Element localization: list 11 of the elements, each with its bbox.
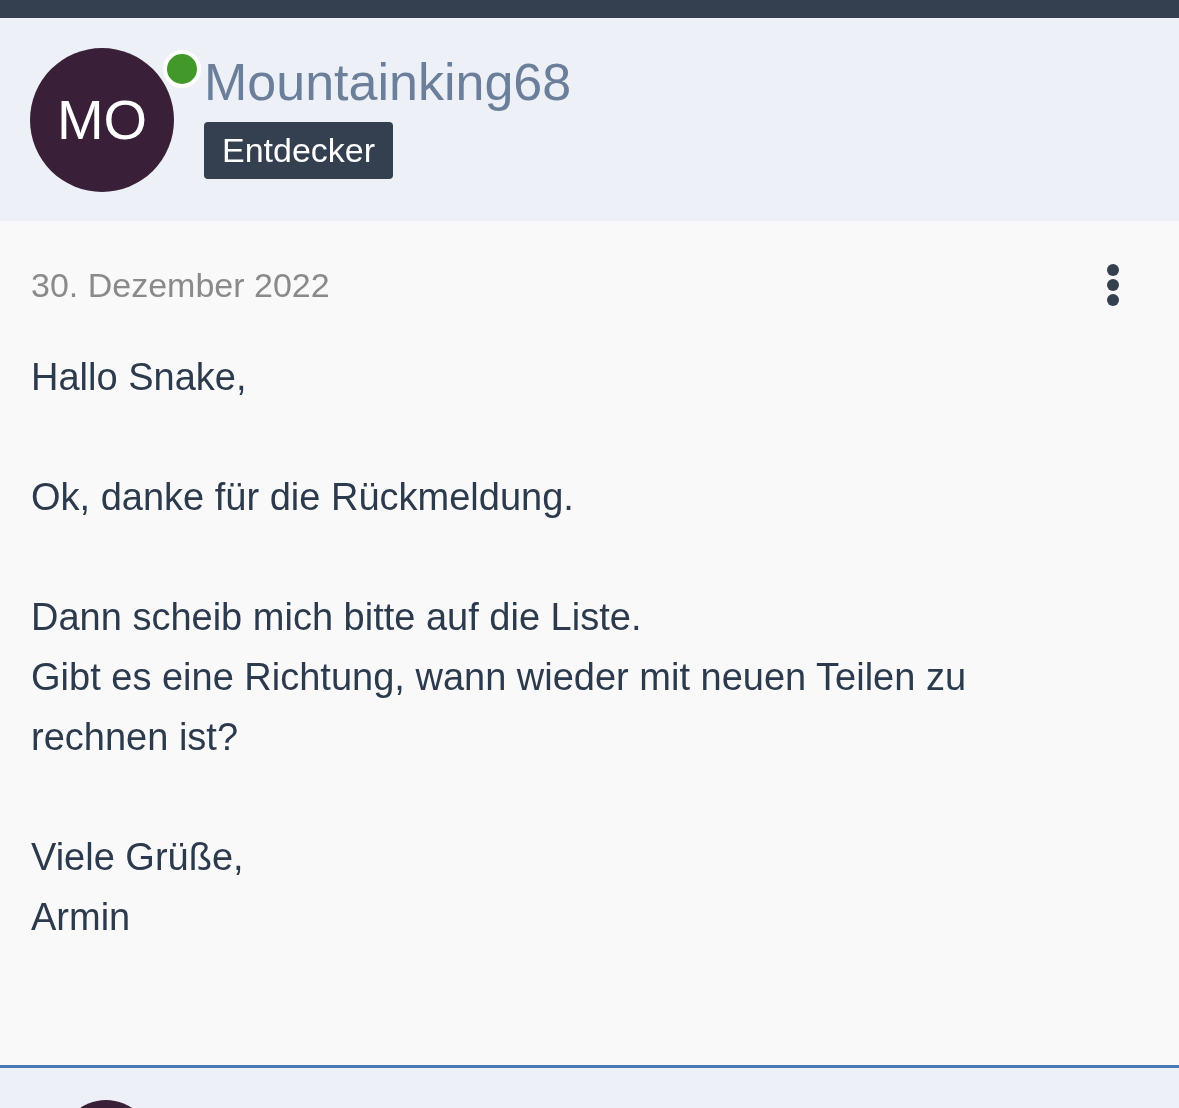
post-text: Gibt es eine Richtung, wann wieder mit neuen Teilen zu rechnen ist? <box>31 655 968 760</box>
post-text: Viele Grüße, <box>31 835 245 880</box>
rank-badge: Entdecker <box>204 122 394 179</box>
more-options-icon[interactable] <box>1107 264 1119 306</box>
post-text: Dann scheib mich bitte auf die Liste. <box>31 595 643 640</box>
user-avatar[interactable]: MO <box>30 47 174 192</box>
username[interactable]: Mountainking68 <box>204 50 572 114</box>
post-text: Armin <box>31 895 132 940</box>
post-text: Ok, danke für die Rückmeldung. <box>31 475 575 520</box>
post-text: Hallo Snake, <box>31 355 248 400</box>
post-date: 30. Dezember 2022 <box>31 265 330 305</box>
